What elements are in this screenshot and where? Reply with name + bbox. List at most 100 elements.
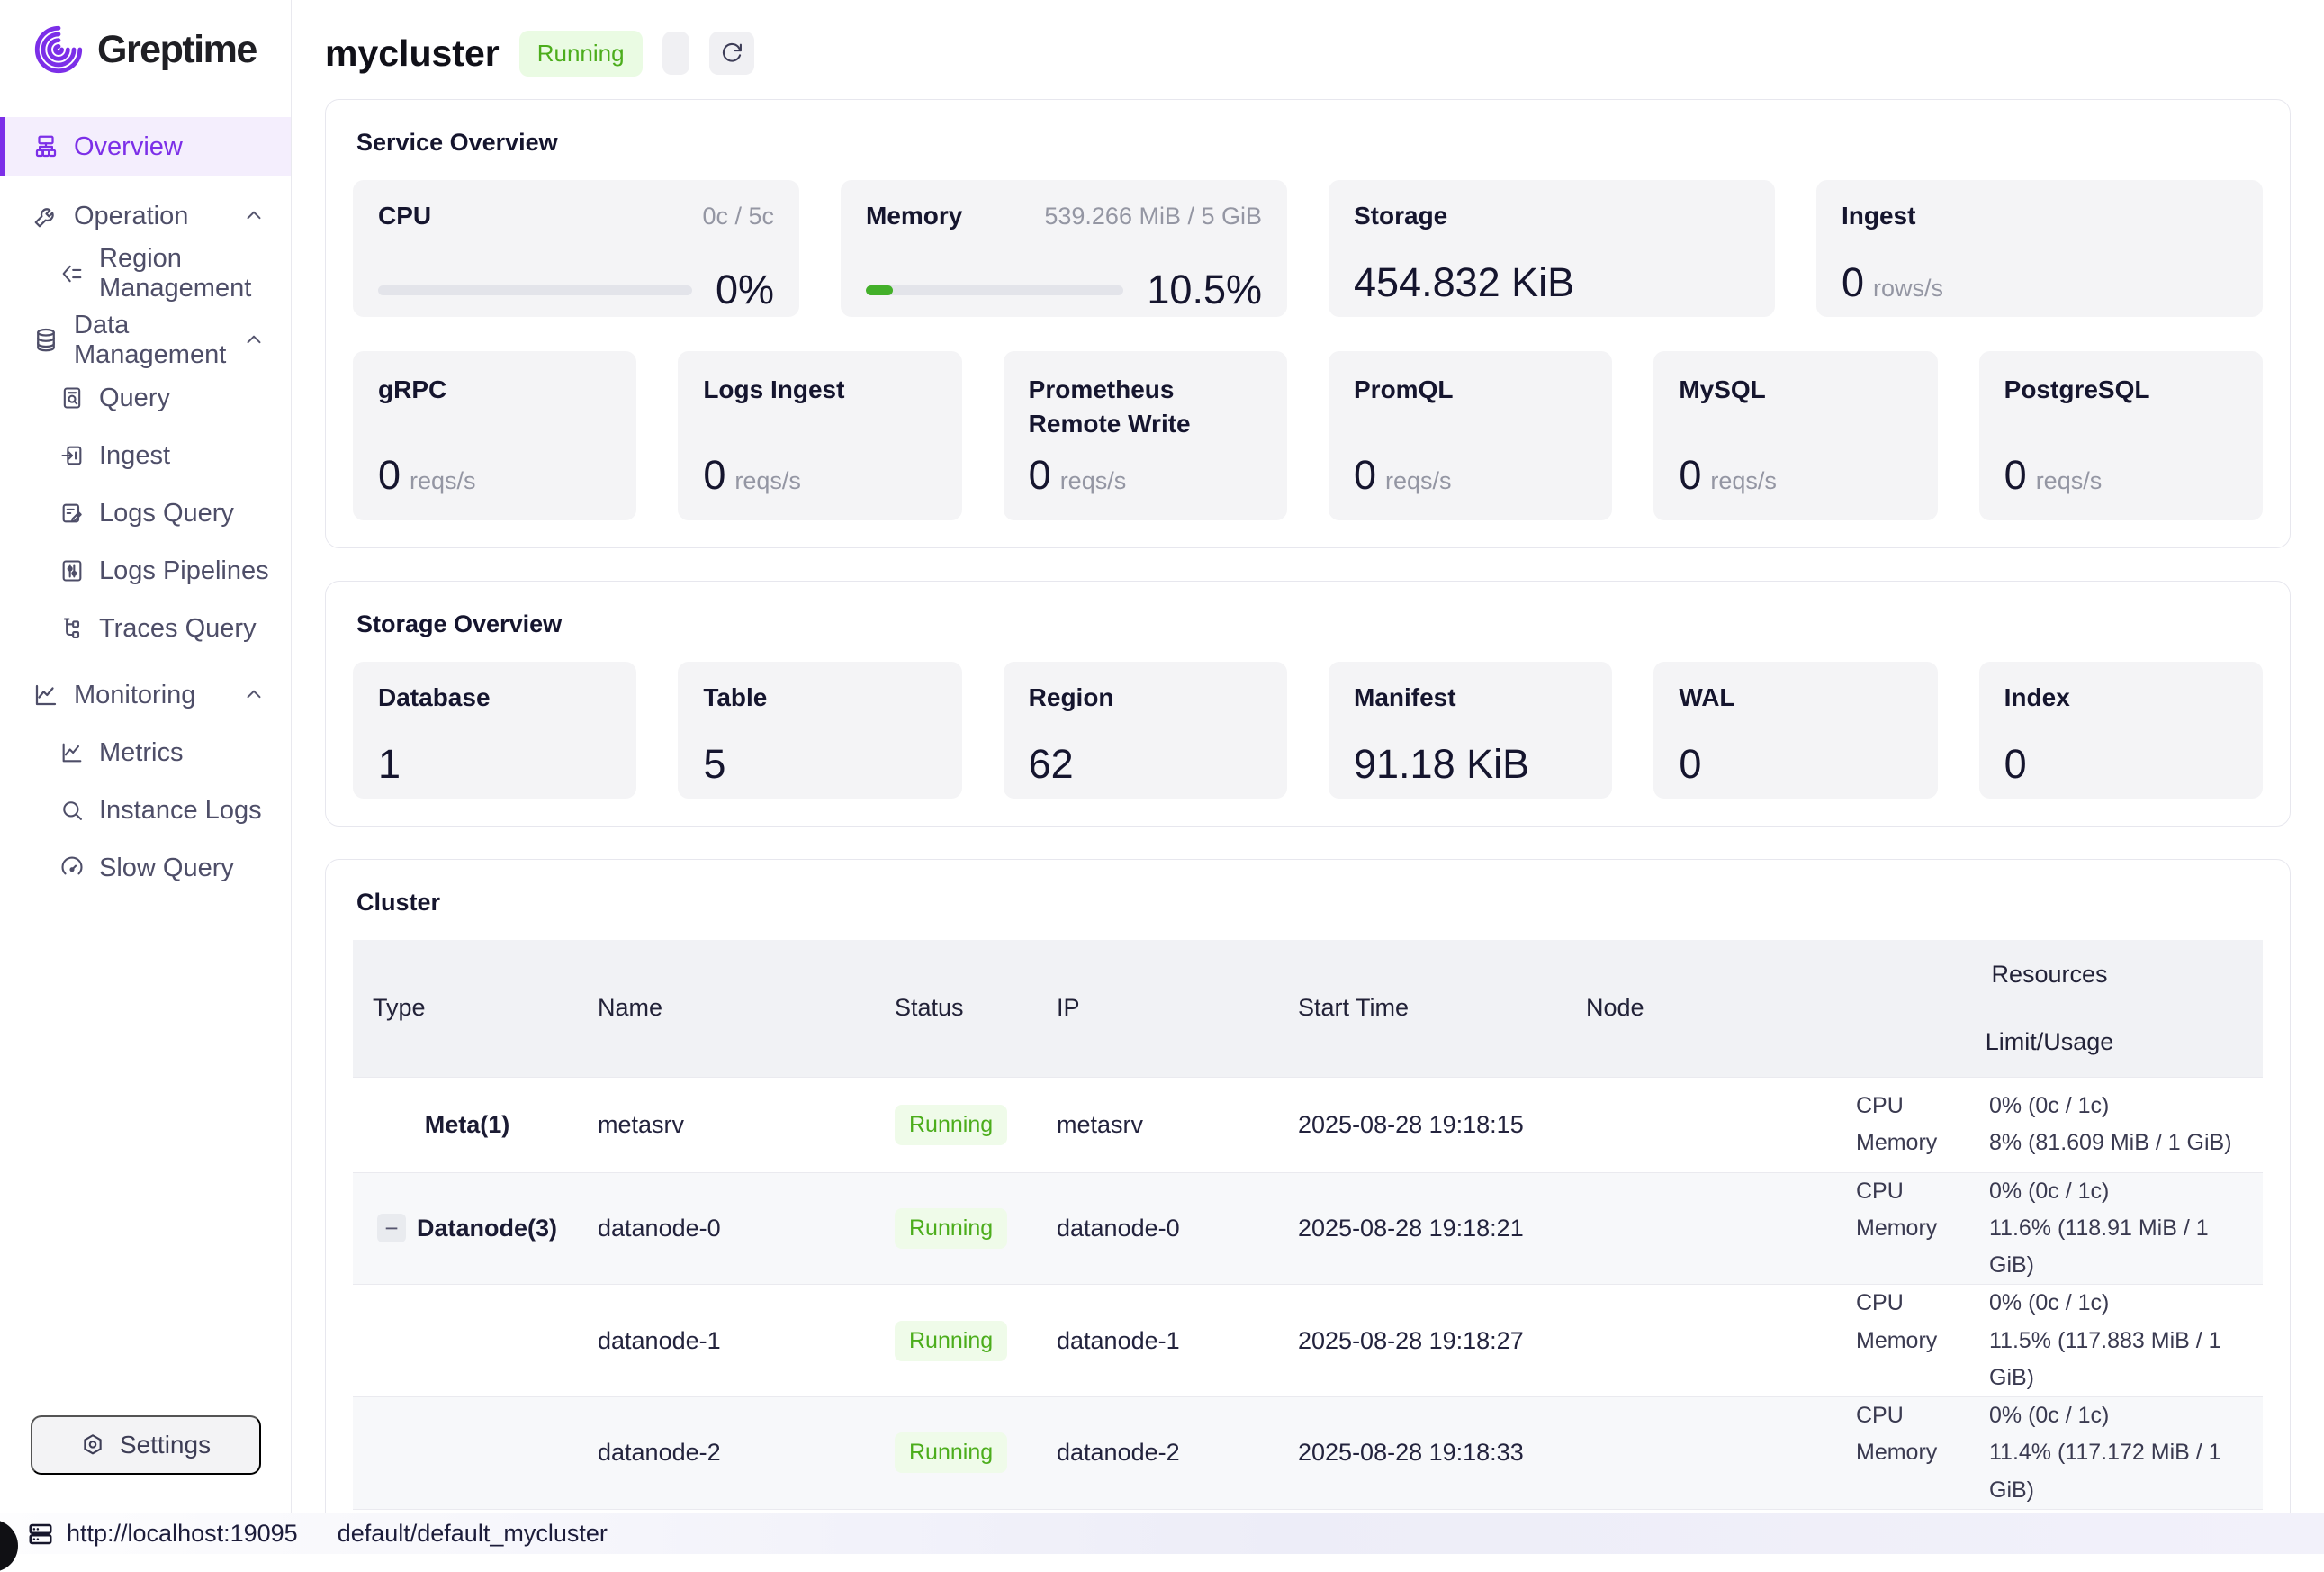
sidebar-nav: Overview Operation bbox=[0, 94, 291, 1415]
status-badge: Running bbox=[895, 1321, 1007, 1361]
refresh-button[interactable] bbox=[709, 32, 754, 75]
postgresql-card: PostgreSQL 0reqs/s bbox=[1979, 351, 2263, 520]
table-row-metasrv[interactable]: Meta(1) metasrv Running metasrv 2025-08-… bbox=[353, 1077, 2263, 1172]
brand-name: Greptime bbox=[97, 28, 257, 72]
brand-logo[interactable]: Greptime bbox=[0, 0, 291, 94]
cluster-title: Cluster bbox=[356, 889, 2263, 917]
service-overview-panel: Service Overview CPU 0c / 5c 0% bbox=[325, 99, 2291, 548]
sidebar-item-logs-pipelines[interactable]: Logs Pipelines bbox=[0, 544, 291, 598]
column-header-node: Node bbox=[1566, 940, 1836, 1077]
sidebar-item-label: Instance Logs bbox=[99, 796, 262, 826]
chevron-up-icon[interactable] bbox=[242, 683, 266, 707]
mysql-card: MySQL 0reqs/s bbox=[1653, 351, 1937, 520]
sidebar-item-overview[interactable]: Overview bbox=[0, 117, 291, 176]
mysql-label: MySQL bbox=[1679, 373, 1904, 407]
sidebar-group-data-management[interactable]: Data Management bbox=[0, 313, 291, 367]
current-database: default/default_mycluster bbox=[338, 1520, 608, 1548]
region-label: Region bbox=[1029, 683, 1114, 711]
chevron-up-icon[interactable] bbox=[242, 204, 266, 228]
cluster-panel: Cluster Type Name Status IP Start Time N… bbox=[325, 859, 2291, 1513]
cpu-limit: 0c / 5c bbox=[702, 203, 774, 230]
cpu-resource-label: CPU bbox=[1856, 1285, 1989, 1322]
database-segment[interactable]: default/default_mycluster bbox=[338, 1520, 608, 1548]
sidebar-item-logs-query[interactable]: Logs Query bbox=[0, 486, 291, 540]
row-start-time: 2025-08-28 19:18:27 bbox=[1278, 1285, 1566, 1397]
region-card: Region 62 bbox=[1004, 662, 1287, 799]
index-value: 0 bbox=[2004, 741, 2238, 788]
service-metric-cards: CPU 0c / 5c 0% Memory 539.266 MiB / 5 Gi… bbox=[353, 180, 2263, 317]
row-name: datanode-0 bbox=[578, 1172, 875, 1285]
sidebar-item-slow-query[interactable]: Slow Query bbox=[0, 841, 291, 895]
wal-label: WAL bbox=[1679, 683, 1734, 711]
sidebar-group-monitoring[interactable]: Monitoring bbox=[0, 668, 291, 722]
logs-query-icon bbox=[59, 501, 85, 526]
sidebar-item-metrics[interactable]: Metrics bbox=[0, 726, 291, 780]
page-title: mycluster bbox=[325, 32, 500, 75]
prometheus-remote-write-unit: reqs/s bbox=[1060, 467, 1127, 494]
cpu-percent: 0% bbox=[716, 267, 774, 313]
sidebar-item-query[interactable]: Query bbox=[0, 371, 291, 425]
region-management-icon bbox=[59, 261, 85, 286]
memory-resource-value: 11.6% (118.91 MiB / 1 GiB) bbox=[1989, 1210, 2245, 1285]
sidebar-item-traces-query[interactable]: Traces Query bbox=[0, 601, 291, 655]
storage-card: Storage 454.832 KiB bbox=[1329, 180, 1775, 317]
table-value: 5 bbox=[703, 741, 936, 788]
query-icon bbox=[59, 385, 85, 411]
header-secondary-button[interactable] bbox=[662, 32, 689, 75]
index-card: Index 0 bbox=[1979, 662, 2263, 799]
main-content: mycluster Running Service Overview CPU bbox=[292, 0, 2324, 1513]
settings-button[interactable]: Settings bbox=[31, 1415, 261, 1475]
endpoint-url: http://localhost:19095 bbox=[67, 1520, 298, 1548]
storage-overview-title: Storage Overview bbox=[356, 610, 2263, 638]
row-node bbox=[1566, 1285, 1836, 1397]
cluster-header: mycluster Running bbox=[325, 22, 2291, 85]
search-icon bbox=[59, 798, 85, 823]
table-row-datanode-2[interactable]: datanode-2 Running datanode-2 2025-08-28… bbox=[353, 1397, 2263, 1510]
table-row-datanode-0[interactable]: − Datanode(3) datanode-0 Running datanod… bbox=[353, 1172, 2263, 1285]
promql-card: PromQL 0reqs/s bbox=[1329, 351, 1612, 520]
row-name: datanode-2 bbox=[578, 1397, 875, 1510]
app-window: Greptime Overview bbox=[0, 0, 2324, 1513]
storage-overview-panel: Storage Overview Database 1 Table 5 Regi… bbox=[325, 581, 2291, 827]
row-node bbox=[1566, 1397, 1836, 1510]
cluster-status-badge: Running bbox=[519, 31, 643, 77]
endpoint-segment[interactable]: http://localhost:19095 bbox=[27, 1520, 298, 1548]
corner-floating-button[interactable] bbox=[0, 1520, 18, 1572]
sidebar-item-label: Traces Query bbox=[99, 614, 257, 644]
memory-resource-value: 11.4% (117.172 MiB / 1 GiB) bbox=[1989, 1434, 2245, 1509]
cpu-progress-bar bbox=[378, 285, 692, 295]
sidebar-item-label: Slow Query bbox=[99, 854, 234, 883]
cluster-overview-icon bbox=[32, 133, 59, 160]
memory-progress-fill bbox=[866, 285, 893, 295]
collapse-datanode-group-button[interactable]: − bbox=[377, 1214, 406, 1242]
row-start-time: 2025-08-28 19:18:15 bbox=[1278, 1077, 1566, 1172]
row-start-time: 2025-08-28 19:18:21 bbox=[1278, 1172, 1566, 1285]
sidebar-item-instance-logs[interactable]: Instance Logs bbox=[0, 783, 291, 837]
sidebar-item-label: Overview bbox=[74, 132, 183, 162]
ingest-icon bbox=[59, 443, 85, 468]
chevron-up-icon[interactable] bbox=[242, 329, 266, 352]
cpu-resource-value: 0% (0c / 1c) bbox=[1989, 1397, 2245, 1434]
prometheus-remote-write-label: Prometheus Remote Write bbox=[1029, 373, 1254, 441]
sidebar-group-operation[interactable]: Operation bbox=[0, 189, 291, 243]
column-header-ip: IP bbox=[1037, 940, 1278, 1077]
logs-ingest-value: 0 bbox=[703, 452, 725, 498]
monitoring-icon bbox=[32, 682, 59, 709]
table-row-datanode-1[interactable]: datanode-1 Running datanode-1 2025-08-28… bbox=[353, 1285, 2263, 1397]
ingest-label: Ingest bbox=[1842, 202, 1915, 230]
refresh-icon bbox=[719, 41, 744, 66]
grpc-card: gRPC 0reqs/s bbox=[353, 351, 636, 520]
limit-usage-header: Limit/Usage bbox=[1845, 1028, 2254, 1056]
postgresql-unit: reqs/s bbox=[2036, 467, 2103, 494]
sidebar-item-region-management[interactable]: Region Management bbox=[0, 247, 291, 301]
row-start-time: 2025-08-28 19:18:33 bbox=[1278, 1397, 1566, 1510]
memory-limit: 539.266 MiB / 5 GiB bbox=[1044, 203, 1262, 230]
sidebar-group-label: Data Management bbox=[74, 311, 228, 370]
column-header-name: Name bbox=[578, 940, 875, 1077]
row-type: Datanode(3) bbox=[417, 1215, 557, 1242]
memory-resource-label: Memory bbox=[1856, 1125, 1989, 1161]
status-badge: Running bbox=[895, 1432, 1007, 1473]
memory-progress-bar bbox=[866, 285, 1123, 295]
row-node bbox=[1566, 1172, 1836, 1285]
sidebar-item-ingest[interactable]: Ingest bbox=[0, 429, 291, 483]
